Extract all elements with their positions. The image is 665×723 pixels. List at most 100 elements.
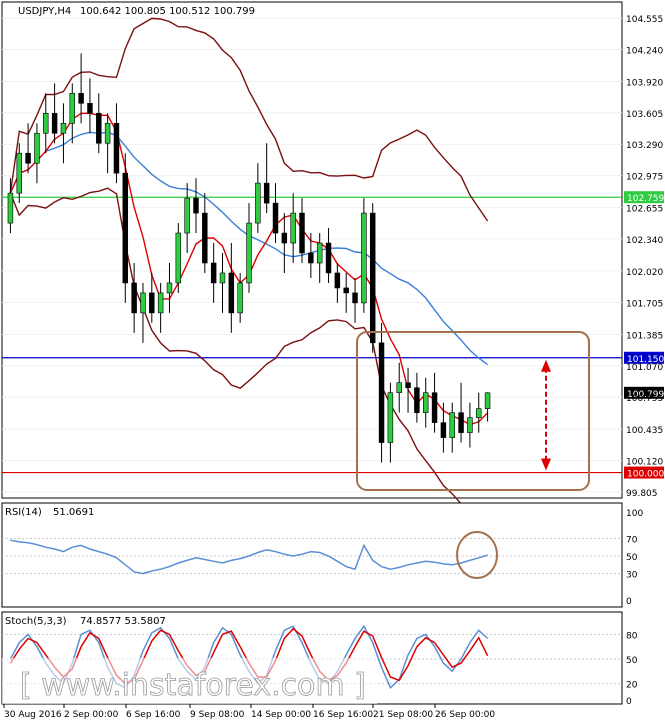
time-label: 21 Sep 08:00 [373, 710, 433, 720]
price-tick-label: 101.705 [626, 299, 663, 309]
candle-body [7, 192, 14, 224]
price-level-label: 100.000 [627, 470, 664, 480]
price-level-label: 102.759 [627, 194, 664, 204]
candle-body [263, 182, 270, 204]
candle-body [25, 152, 31, 164]
price-header-values: 100.642 100.805 100.512 100.799 [80, 6, 255, 17]
stochastic-tick-label: 20 [626, 681, 638, 691]
candle-body [78, 93, 84, 104]
stochastic-header-name: Stoch(5,3,3) [5, 616, 67, 627]
time-label: 30 Aug 2016 [4, 710, 62, 720]
price-panel: 102.759101.150100.000100.799 104.555104.… [1, 1, 664, 509]
candle-body [476, 408, 482, 418]
candle-body [193, 197, 199, 214]
candle-body [246, 222, 252, 284]
candle-body [237, 282, 243, 314]
candle-body [175, 232, 182, 284]
candle-body [387, 392, 394, 443]
candle-body [299, 212, 305, 254]
candle-body [149, 292, 155, 314]
price-tick-label: 101.070 [626, 363, 663, 373]
time-label: 9 Sep 08:00 [190, 710, 245, 720]
candle-body [228, 272, 235, 314]
candle-body [157, 292, 164, 314]
candle-body [290, 212, 296, 244]
candle-body [255, 182, 261, 224]
time-axis: 30 Aug 2016 2 Sep 00:00 6 Sep 16:00 9 Sep 0… [3, 704, 495, 720]
candle-body [422, 392, 429, 413]
candle-body [369, 212, 376, 344]
candle-body [219, 272, 226, 284]
time-label: 14 Sep 00:00 [251, 710, 311, 720]
candle-body [352, 292, 358, 304]
candle-body [43, 112, 49, 134]
price-tick-label: 102.655 [626, 205, 663, 215]
watermark: [ www.instaforex.com ] [2, 658, 377, 704]
candle-body [272, 202, 279, 234]
rsi-panel: 100 70 50 30 0 RSI(14) 51.0691 [1, 502, 643, 608]
price-axis: 104.555 104.240 103.920 103.605 103.290 102.9… [626, 15, 663, 499]
price-tick-label: 102.975 [626, 173, 663, 183]
candle-body [131, 282, 137, 314]
rsi-header-value: 51.0691 [53, 507, 94, 518]
price-tick-label: 102.020 [626, 268, 663, 278]
candle-body [431, 392, 438, 423]
rsi-tick-label: 0 [626, 597, 632, 607]
rsi-header-name: RSI(14) [5, 507, 42, 518]
rsi-tick-label: 50 [626, 553, 638, 563]
candle-body [113, 122, 120, 174]
candle-body [184, 197, 190, 234]
candle-body [467, 417, 473, 433]
price-tick-label: 103.605 [626, 110, 663, 120]
price-tick-label: 104.555 [626, 15, 663, 25]
price-plot-frame [1, 1, 623, 499]
candle-body [414, 387, 420, 413]
stochastic-tick-label: 80 [626, 631, 638, 641]
stochastic-tick-label: 50 [626, 656, 638, 666]
time-label: 2 Sep 00:00 [64, 710, 119, 720]
candle-body [308, 252, 314, 264]
candle-body [449, 412, 455, 438]
candle-body [343, 287, 349, 294]
candle-body [140, 292, 146, 314]
candle-body [60, 122, 67, 134]
price-tick-label: 103.290 [626, 141, 663, 151]
price-tick-label: 103.920 [626, 78, 663, 88]
candle-body [440, 422, 447, 438]
time-label: 16 Sep 16:00 [313, 710, 373, 720]
price-tick-label: 100.755 [626, 394, 663, 404]
candle-body [396, 382, 402, 394]
chart: 102.759101.150100.000100.799 104.555104.… [1, 1, 664, 720]
watermark-text: [ www.instaforex.com ] [20, 668, 366, 703]
price-tick-label: 104.240 [626, 46, 663, 56]
candle-body [122, 172, 129, 284]
time-label: 6 Sep 16:00 [126, 710, 181, 720]
candle-body [34, 132, 40, 164]
candle-body [87, 103, 93, 114]
candle-body [378, 342, 385, 443]
candle-body [458, 412, 464, 433]
time-label: 26 Sep 00:00 [435, 710, 495, 720]
candle-body [202, 212, 208, 264]
rsi-tick-label: 70 [626, 535, 638, 545]
candle-body [51, 112, 58, 134]
stochastic-axis: 80 50 20 0 [626, 631, 638, 707]
candle-body [16, 152, 22, 194]
stochastic-tick-label: 0 [626, 697, 632, 707]
candle-body [361, 212, 367, 304]
price-tick-label: 101.385 [626, 331, 663, 341]
candle-body [210, 262, 217, 284]
price-tick-label: 102.340 [626, 236, 663, 246]
candle-body [104, 122, 111, 144]
rsi-axis: 100 70 50 30 0 [626, 509, 643, 607]
candle-body [334, 272, 341, 289]
price-header-symbol: USDJPY,H4 [18, 6, 71, 17]
rsi-tick-label: 30 [626, 571, 638, 581]
candle-body [316, 242, 323, 264]
candle-body [484, 392, 491, 409]
price-tick-label: 100.435 [626, 426, 663, 436]
candle-body [96, 112, 102, 144]
candle-body [69, 93, 76, 124]
candle-body [281, 232, 288, 244]
rsi-plot-frame [1, 502, 623, 608]
